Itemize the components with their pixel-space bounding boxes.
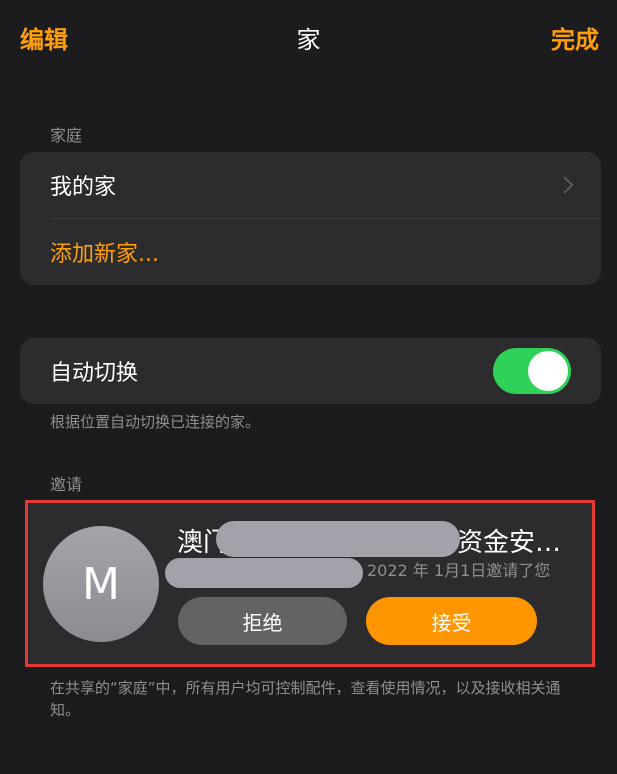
home-name-label: 我的家: [50, 175, 117, 200]
auto-switch-footnote: 根据位置自动切换已连接的家。: [50, 413, 261, 431]
accept-button[interactable]: 接受: [366, 597, 537, 645]
inviter-name-end: 资金安…: [457, 528, 562, 558]
avatar-letter: M: [82, 558, 120, 610]
avatar: M: [43, 526, 159, 642]
decline-button[interactable]: 拒绝: [178, 597, 347, 645]
homes-card: 我的家 添加新家...: [20, 152, 601, 285]
shared-home-footnote: 在共享的“家庭”中，所有用户均可控制配件，查看使用情况，以及接收相关通知。: [50, 679, 561, 719]
page-title: 家: [296, 26, 321, 54]
auto-switch-label: 自动切换: [50, 361, 139, 386]
toggle-knob: [528, 351, 568, 391]
done-button[interactable]: 完成: [551, 20, 599, 55]
auto-switch-toggle[interactable]: [493, 348, 571, 394]
home-list-item-my-home[interactable]: 我的家: [20, 152, 601, 218]
redaction-mask-name: [216, 521, 460, 557]
auto-switch-card: 自动切换: [20, 338, 601, 404]
home-settings-screen: 编辑 家 完成 家庭 我的家 添加新家... 自动切换 根据位置自动切换已连接的…: [0, 0, 617, 774]
add-new-home-button[interactable]: 添加新家...: [20, 219, 601, 285]
auto-switch-row: 自动切换: [20, 338, 601, 404]
homes-section-header: 家庭: [50, 126, 83, 145]
navigation-bar: 编辑 家 完成: [0, 0, 617, 74]
redaction-mask-subtitle: [165, 558, 363, 588]
invitations-section-header: 邀请: [50, 475, 83, 494]
chevron-right-icon: [556, 176, 574, 194]
add-new-home-label: 添加新家...: [50, 242, 159, 267]
invite-date-text: 2022 年 1月1日邀请了您: [367, 561, 551, 580]
